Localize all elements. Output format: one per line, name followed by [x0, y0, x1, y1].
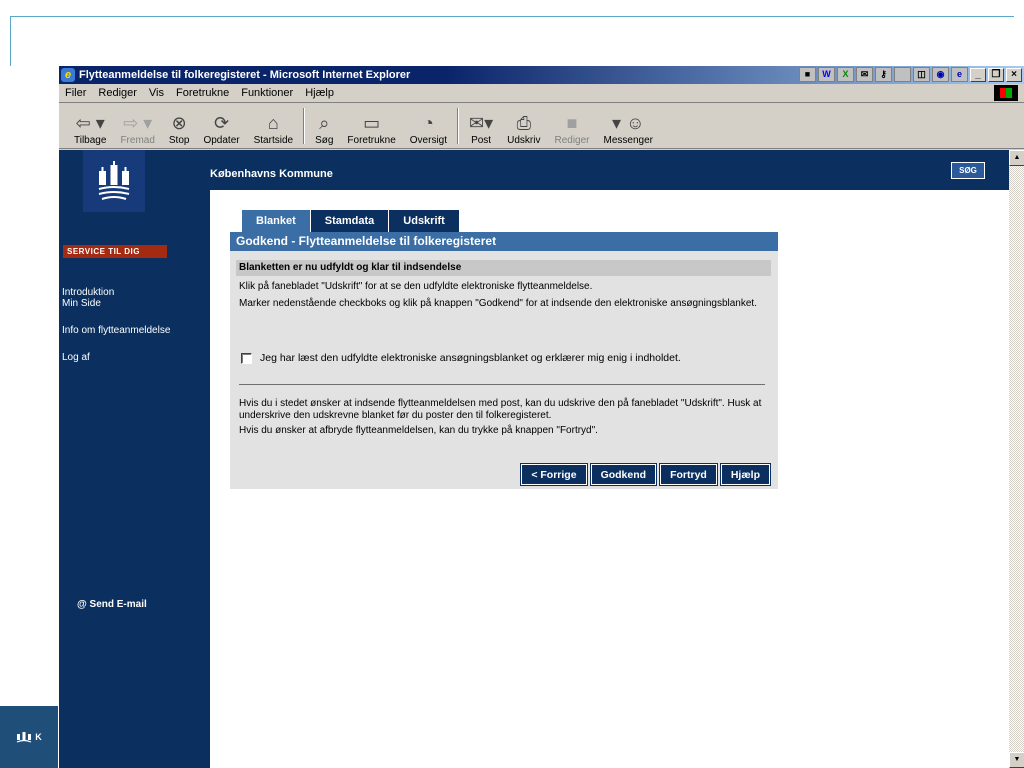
mail-icon: ✉▾	[469, 112, 494, 133]
slide-logo-text: K	[35, 732, 42, 742]
cancel-button[interactable]: Fortryd	[660, 464, 717, 485]
word-icon[interactable]: W	[818, 67, 835, 82]
form-text-cancel-hint: Hvis du ønsker at afbryde flytteanmeldel…	[239, 425, 598, 436]
refresh-icon: ⟳	[213, 112, 230, 133]
search-icon: ⌕	[319, 112, 330, 133]
browser-window: e Flytteanmeldelse til folkeregisteret -…	[58, 66, 1024, 768]
outlook-icon[interactable]: ✉	[856, 67, 873, 82]
menu-bar: Filer Rediger Vis Foretrukne Funktioner …	[59, 84, 1024, 103]
home-button[interactable]: ⌂ Startside	[247, 106, 300, 146]
castle-icon	[17, 732, 32, 743]
history-icon: ◔	[422, 112, 434, 133]
history-button[interactable]: ◔ Oversigt	[403, 106, 454, 146]
back-button[interactable]: ⇦ ▾ Tilbage	[67, 106, 113, 146]
form-tabs: Blanket Stamdata Udskrift	[242, 210, 459, 232]
menu-favorites[interactable]: Foretrukne	[176, 87, 229, 99]
excel-icon[interactable]: X	[837, 67, 854, 82]
globe-icon[interactable]: ◉	[932, 67, 949, 82]
stop-icon: ⊗	[171, 112, 187, 133]
stop-button[interactable]: ⊗ Stop	[162, 106, 197, 146]
messenger-button[interactable]: ▾ ☺ Messenger	[597, 106, 660, 146]
previous-button[interactable]: < Forrige	[521, 464, 587, 485]
confirm-checkbox-label: Jeg har læst den udfyldte elektroniske a…	[260, 352, 681, 364]
search-button[interactable]: ⌕ Søg	[308, 106, 340, 146]
edit-icon: ■	[566, 112, 578, 133]
slide-rule-horizontal	[10, 16, 1014, 17]
form-text-instructions: Marker nedenstående checkboks og klik på…	[239, 298, 757, 309]
kommune-logo[interactable]	[83, 150, 145, 212]
nav-link-my-page[interactable]: Min Side	[62, 298, 101, 309]
help-button[interactable]: Hjælp	[720, 464, 770, 485]
page-viewport: Københavns Kommune SØG SERVICE TIL DIG I…	[59, 150, 1024, 768]
tray-icon-blank[interactable]	[894, 67, 911, 82]
left-nav: SERVICE TIL DIG Introduktion Min Side In…	[59, 150, 210, 768]
window-controls: _ ❐ ×	[970, 68, 1022, 82]
menu-view[interactable]: Vis	[149, 87, 164, 99]
confirm-checkbox-row: Jeg har læst den udfyldte elektroniske a…	[241, 352, 681, 364]
ie-icon: e	[61, 68, 75, 82]
print-button[interactable]: ⎙ Udskriv	[500, 106, 547, 146]
messenger-icon: ▾ ☺	[612, 112, 645, 133]
site-name: Københavns Kommune	[210, 168, 333, 180]
system-tray: ■ W X ✉ ⚷ ◫ ◉ e	[799, 67, 968, 82]
refresh-button[interactable]: ⟳ Opdater	[196, 106, 246, 146]
tab-blanket[interactable]: Blanket	[242, 210, 310, 232]
form-text-post-alternative: Hvis du i stedet ønsker at indsende flyt…	[239, 398, 762, 421]
slide-background: K e Flytteanmeldelse til folkeregisteret…	[0, 0, 1024, 768]
castle-icon	[98, 161, 130, 200]
menu-tools[interactable]: Funktioner	[241, 87, 293, 99]
toolbar-separator	[457, 107, 460, 144]
menu-edit[interactable]: Rediger	[98, 87, 137, 99]
form-title: Godkend - Flytteanmeldelse til folkeregi…	[230, 232, 778, 251]
toolbar-separator	[303, 107, 306, 144]
form-text-udskrift-hint: Klik på fanebladet "Udskrift" for at se …	[239, 281, 593, 292]
home-icon: ⌂	[267, 112, 279, 133]
slide-rule-vertical	[10, 16, 11, 66]
windows-logo-icon	[994, 85, 1018, 101]
form-divider	[239, 384, 765, 385]
preview-icon[interactable]: ◫	[913, 67, 930, 82]
confirm-checkbox[interactable]	[241, 352, 252, 364]
window-title: Flytteanmeldelse til folkeregisteret - M…	[79, 69, 411, 81]
vertical-scrollbar[interactable]: ▲ ▼	[1009, 150, 1024, 768]
back-arrow-icon: ⇦ ▾	[75, 112, 105, 133]
menu-file[interactable]: Filer	[65, 87, 86, 99]
close-button[interactable]: ×	[1006, 68, 1022, 82]
window-titlebar: e Flytteanmeldelse til folkeregisteret -…	[59, 66, 1024, 84]
tab-stamdata[interactable]: Stamdata	[309, 210, 389, 232]
scroll-down-icon[interactable]: ▼	[1009, 752, 1024, 768]
nav-link-logout[interactable]: Log af	[62, 352, 90, 363]
browser-toolbar: ⇦ ▾ Tilbage ⇨ ▾ Fremad ⊗ Stop ⟳ Opdater ⌂ Sta…	[59, 103, 1024, 149]
printer-icon: ⎙	[516, 112, 532, 133]
send-email-link[interactable]: @ Send E-mail	[77, 599, 147, 610]
scroll-up-icon[interactable]: ▲	[1009, 150, 1024, 166]
ie-tray-icon[interactable]: e	[951, 67, 968, 82]
forward-arrow-icon: ⇨ ▾	[123, 112, 153, 133]
favorites-folder-icon: ▭	[363, 112, 381, 133]
approve-button[interactable]: Godkend	[590, 464, 657, 485]
tray-icon-flag[interactable]: ■	[799, 67, 816, 82]
mail-button[interactable]: ✉▾ Post	[462, 106, 500, 146]
minimize-button[interactable]: _	[970, 68, 986, 82]
nav-link-introduction[interactable]: Introduktion	[62, 287, 114, 298]
nav-link-info[interactable]: Info om flytteanmeldelse	[62, 325, 170, 336]
forward-button[interactable]: ⇨ ▾ Fremad	[113, 106, 161, 146]
form-panel: Blanketten er nu udfyldt og klar til ind…	[230, 251, 778, 489]
form-button-row: < Forrige Godkend Fortryd Hjælp	[521, 464, 770, 485]
slide-logo: K	[0, 706, 58, 768]
site-search-button[interactable]: SØG	[951, 162, 985, 179]
menu-help[interactable]: Hjælp	[305, 87, 334, 99]
key-icon[interactable]: ⚷	[875, 67, 892, 82]
edit-button[interactable]: ■ Rediger	[547, 106, 596, 146]
form-subheading: Blanketten er nu udfyldt og klar til ind…	[236, 260, 771, 276]
favorites-button[interactable]: ▭ Foretrukne	[340, 106, 402, 146]
restore-button[interactable]: ❐	[988, 68, 1004, 82]
service-badge: SERVICE TIL DIG	[63, 245, 167, 258]
tab-udskrift[interactable]: Udskrift	[388, 210, 459, 232]
